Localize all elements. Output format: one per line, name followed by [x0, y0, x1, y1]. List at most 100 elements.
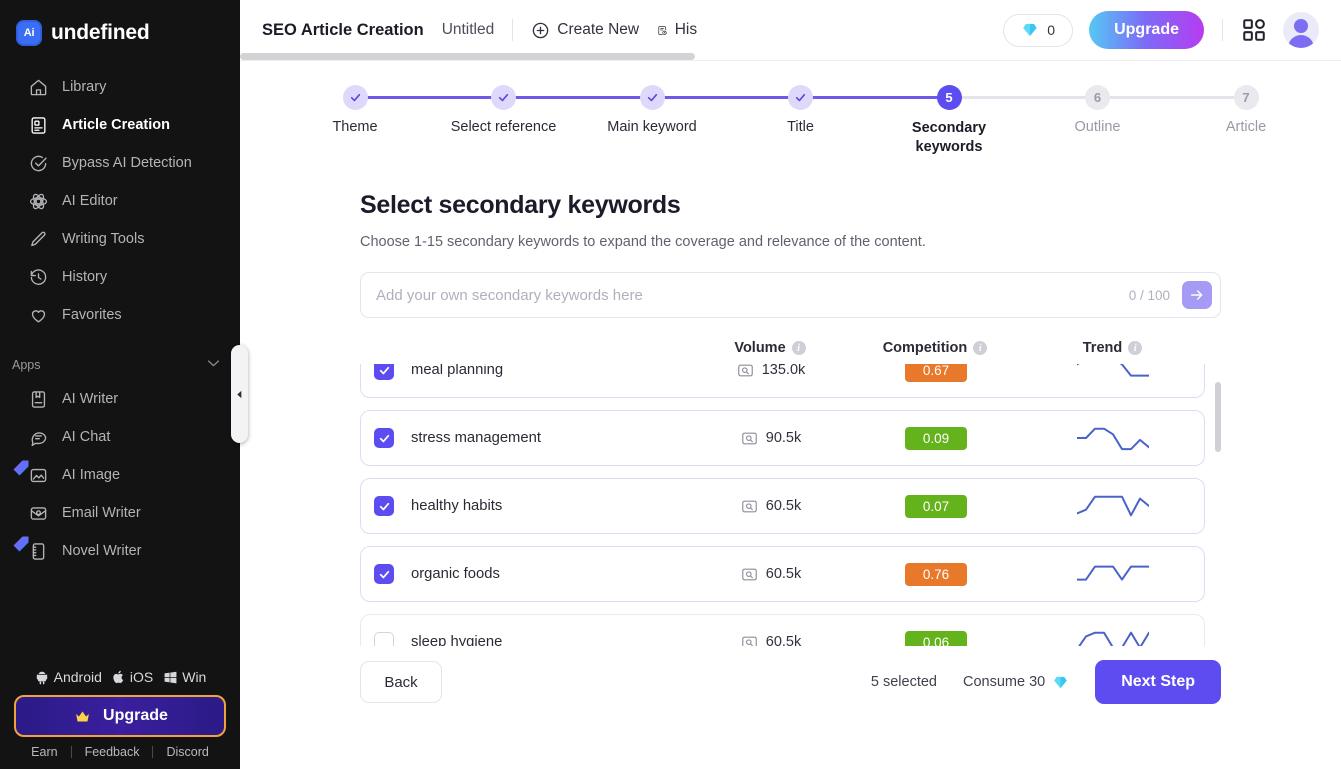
sidebar-item-bypass-ai-detection[interactable]: Bypass AI Detection — [0, 144, 240, 182]
platform-ios[interactable]: iOS — [112, 669, 153, 685]
keyword-checkbox[interactable] — [374, 564, 394, 585]
platform-android[interactable]: Android — [34, 669, 102, 685]
competition-cell: 0.06 — [851, 630, 1021, 647]
table-row[interactable]: stress management 90.5k 0.09 — [360, 410, 1205, 467]
column-trend-label: Trend — [1082, 340, 1123, 357]
plus-circle-icon — [532, 22, 549, 38]
document-name[interactable]: Untitled — [442, 21, 495, 39]
table-header: Volume i Competition i Trend i — [360, 340, 1221, 356]
sidebar-item-ai-writer[interactable]: AI Writer — [0, 380, 240, 418]
sidebar-upgrade-button[interactable]: Upgrade — [14, 695, 226, 737]
keyword-checkbox[interactable] — [374, 428, 394, 449]
next-step-button[interactable]: Next Step — [1095, 660, 1221, 705]
platform-label: iOS — [129, 669, 154, 685]
table-row[interactable]: healthy habits 60.5k 0.07 — [360, 478, 1205, 535]
create-new-button[interactable]: Create New — [531, 21, 639, 40]
sidebar-item-article-creation[interactable]: Article Creation — [0, 106, 240, 144]
step-label: Main keyword — [607, 119, 697, 135]
link-discord[interactable]: Discord — [153, 745, 221, 759]
check-icon — [795, 93, 806, 102]
keyword-input[interactable] — [376, 286, 1129, 304]
keyword-label: stress management — [411, 430, 541, 447]
consume-cost: Consume 30 — [963, 674, 1069, 690]
keyword-checkbox[interactable] — [374, 632, 394, 647]
link-earn[interactable]: Earn — [18, 745, 70, 759]
search-volume-icon — [741, 636, 757, 647]
avatar-head — [1294, 19, 1308, 33]
list-scrollbar[interactable] — [1215, 382, 1221, 646]
apps-grid-icon[interactable] — [1241, 17, 1267, 43]
apps-section-header[interactable]: Apps — [0, 350, 240, 380]
sidebar-item-label: Email Writer — [62, 505, 141, 521]
sidebar-collapse-handle[interactable] — [231, 345, 248, 443]
step-indicator — [788, 85, 813, 110]
brand-name: undefined — [51, 21, 150, 44]
back-button[interactable]: Back — [360, 661, 442, 704]
section-subtitle: Choose 1-15 secondary keywords to expand… — [360, 234, 926, 251]
credits-badge[interactable]: 0 — [1003, 13, 1074, 47]
sidebar-item-history[interactable]: History — [0, 258, 240, 296]
step-connector — [355, 96, 504, 99]
table-row[interactable]: meal planning 135.0k 0.67 — [360, 364, 1205, 399]
secondary-keywords-panel: Select secondary keywords Choose 1-15 se… — [240, 191, 1341, 647]
brand[interactable]: Ai undefined — [0, 0, 240, 52]
sidebar-item-ai-editor[interactable]: AI Editor — [0, 182, 240, 220]
sidebar-item-writing-tools[interactable]: Writing Tools — [0, 220, 240, 258]
step-connector — [503, 96, 652, 99]
step-label: Theme — [332, 119, 378, 135]
platform-windows[interactable]: Win — [163, 669, 206, 685]
new-ribbon-icon — [13, 460, 29, 476]
volume-value: 90.5k — [765, 430, 802, 447]
info-icon[interactable]: i — [973, 341, 988, 356]
keyword-label: meal planning — [411, 364, 504, 379]
upgrade-button[interactable]: Upgrade — [1089, 11, 1204, 49]
check-icon — [647, 93, 657, 102]
add-keyword-button[interactable] — [1182, 281, 1212, 310]
chevron-down-icon[interactable] — [205, 355, 222, 375]
envelope-icon — [28, 503, 48, 523]
column-trend: Trend i — [1020, 340, 1205, 356]
apps-nav: AI Writer AI Chat AI Image Email Writer … — [0, 380, 240, 570]
history-button[interactable]: His — [657, 21, 697, 40]
info-icon[interactable]: i — [791, 341, 806, 356]
avatar[interactable] — [1283, 12, 1319, 48]
sidebar: Ai undefined Library Article Creation By… — [0, 0, 240, 769]
sidebar-item-label: Writing Tools — [62, 231, 145, 247]
chat-icon — [28, 427, 48, 447]
trend-sparkline — [1076, 427, 1149, 451]
atom-icon — [28, 191, 48, 211]
keyword-list-inner: meal planning 135.0k 0.67 stress management… — [360, 364, 1205, 647]
credits-value: 0 — [1047, 22, 1056, 38]
sidebar-item-email-writer[interactable]: Email Writer — [0, 494, 240, 532]
sidebar-item-favorites[interactable]: Favorites — [0, 296, 240, 334]
sidebar-item-ai-chat[interactable]: AI Chat — [0, 418, 240, 456]
volume-value: 135.0k — [761, 364, 806, 379]
page-title: SEO Article Creation — [262, 20, 424, 39]
notebook-icon — [13, 536, 48, 561]
competition-cell: 0.07 — [851, 494, 1021, 518]
sidebar-item-label: Library — [62, 79, 107, 95]
trend-sparkline — [1076, 565, 1149, 581]
trend-cell — [1021, 364, 1204, 383]
info-icon[interactable]: i — [1128, 341, 1143, 356]
trend-sparkline — [1076, 364, 1149, 377]
keyword-checkbox[interactable] — [374, 364, 394, 381]
link-feedback[interactable]: Feedback — [72, 745, 153, 759]
sidebar-item-label: History — [62, 269, 108, 285]
trend-cell — [1021, 425, 1204, 451]
table-row[interactable]: sleep hygiene 60.5k 0.06 — [360, 614, 1205, 647]
keyword-checkbox[interactable] — [374, 496, 394, 517]
column-competition-label: Competition — [882, 340, 968, 357]
arrow-right-icon — [1190, 290, 1203, 300]
scrollbar-thumb[interactable] — [1215, 382, 1221, 453]
scrollbar-thumb[interactable] — [240, 53, 695, 60]
sidebar-item-novel-writer[interactable]: Novel Writer — [0, 532, 240, 570]
step-indicator: 6 — [1085, 85, 1110, 110]
step-label: Select reference — [450, 119, 557, 135]
table-row[interactable]: organic foods 60.5k 0.76 — [360, 546, 1205, 603]
sidebar-item-library[interactable]: Library — [0, 68, 240, 106]
sidebar-item-label: AI Chat — [62, 429, 111, 445]
sidebar-item-ai-image[interactable]: AI Image — [0, 456, 240, 494]
horizontal-scrollbar[interactable] — [240, 53, 1341, 60]
column-competition: Competition i — [850, 340, 1020, 356]
